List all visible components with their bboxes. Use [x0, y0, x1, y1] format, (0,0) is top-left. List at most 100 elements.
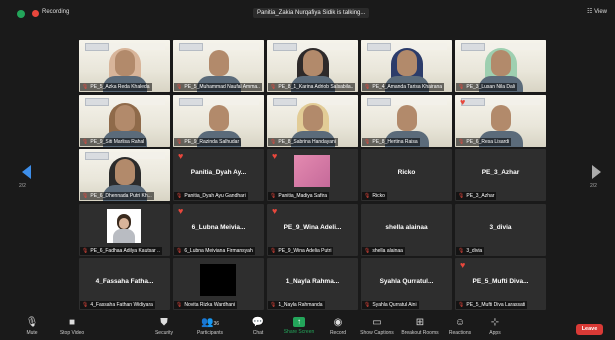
view-label[interactable]: View	[594, 9, 607, 15]
participant-display-name: Syahla Qurratul...	[379, 278, 434, 285]
background-banner	[391, 97, 447, 105]
participant-tile[interactable]: 1_Nayla Rahma... 🎙 1_Nayla Rahmanda	[267, 258, 358, 310]
participant-tile[interactable]: 3_divia 🎙 3_divia	[455, 203, 546, 256]
participant-face	[115, 159, 135, 185]
muted-microphone-icon: 🎙	[270, 302, 277, 308]
participant-name-label: 🎙 PE_5_Muhammad Naufal Amma..	[174, 83, 262, 91]
participant-tile[interactable]: 🎙 PE_3_Lusan Nila Dali	[455, 40, 546, 92]
background-slide	[85, 43, 109, 51]
microphone-icon: 🎙	[25, 317, 39, 328]
recording-icon	[32, 10, 39, 17]
security-button[interactable]: ⛊ Security	[144, 317, 184, 336]
muted-microphone-icon: 🎙	[270, 84, 277, 90]
muted-microphone-icon: 🎙	[458, 247, 465, 254]
participant-name-label: 🎙 PE_8_Sabrina Handayani	[268, 137, 338, 146]
participant-tile[interactable]: 6_Lubna Meivia... ♥ 🎙 6_Lubna Meiviana Firm…	[173, 203, 264, 256]
profile-picture	[294, 155, 330, 187]
share-screen-button[interactable]: ↑ Share Screen	[279, 317, 319, 335]
participant-name-label: 🎙 PE_3_Azhar	[456, 192, 497, 200]
chat-bubble-icon: 💬	[251, 317, 265, 328]
participant-tile[interactable]: 🎙 PE_8_Sabrina Handayani	[267, 94, 358, 147]
background-slide	[273, 97, 297, 106]
record-icon: ◉	[333, 317, 343, 328]
participant-tile[interactable]: PE_3_Azhar 🎙 PE_3_Azhar	[455, 149, 546, 201]
participant-face	[491, 50, 511, 76]
chat-button[interactable]: 💬 Chat	[238, 317, 278, 336]
participant-tile[interactable]: Syahla Qurratul... 🎙 Syahla Qurratul Aini	[361, 258, 452, 310]
background-slide	[179, 43, 203, 51]
participant-name-label: 🎙 PE_6_Dhennada Putri Kh...	[80, 192, 154, 200]
breakout-rooms-button[interactable]: ⊞ Breakout Rooms	[400, 317, 440, 336]
participant-display-name: 3_divia	[489, 223, 512, 231]
participant-name-label: 🎙 PE_5_Mufti Diva Larassati	[456, 301, 528, 309]
next-page-arrow-icon[interactable]	[592, 165, 601, 179]
participant-display-name: PE_5_Mufti Diva...	[472, 278, 529, 285]
background-banner	[203, 97, 259, 105]
video-camera-icon: ■	[68, 317, 76, 328]
record-button[interactable]: ◉ Record	[318, 317, 358, 336]
recording-label[interactable]: Recording	[42, 9, 69, 15]
leave-button[interactable]: Leave	[576, 324, 603, 335]
muted-microphone-icon: 🎙	[458, 138, 465, 145]
stop-video-button[interactable]: ■ Stop Video	[52, 317, 92, 336]
participant-tile[interactable]: 4_Fassaha Fatha... 🎙 4_Fassaha Fathan Widi…	[79, 258, 170, 310]
show-captions-button[interactable]: ▭ Show Captions	[357, 317, 397, 336]
muted-microphone-icon: 🎙	[270, 193, 277, 199]
muted-microphone-icon: 🎙	[458, 84, 465, 90]
participant-tile[interactable]: 🎙 PE_5_Azka Reda Khaleda	[79, 40, 170, 92]
participant-tile[interactable]: Panitia_Dyah Ay... ♥ 🎙 Panitia_Dyah Ayu Gan…	[173, 149, 264, 201]
muted-microphone-icon: 🎙	[270, 138, 277, 145]
muted-microphone-icon: 🎙	[364, 138, 371, 145]
participant-name-label: 🎙 PE_9_Wina Adelia Putri	[268, 246, 334, 255]
participant-tile[interactable]: 🎙 PE_9_Razinda Salhudar	[173, 94, 264, 147]
muted-microphone-icon: 🎙	[364, 193, 371, 199]
participant-tile[interactable]: 🎙 PE_6_Fadhaa Adilya Kautsar ..	[79, 203, 170, 256]
profile-picture	[107, 208, 141, 243]
participant-face	[397, 50, 417, 76]
participant-tile[interactable]: PE_5_Mufti Diva... ♥ 🎙 PE_5_Mufti Diva Lara…	[455, 258, 546, 310]
participant-face	[115, 50, 135, 76]
participant-tile[interactable]: 🎙 PE_8_1_Karina Adriob Salsabila..	[267, 40, 358, 92]
participant-tile[interactable]: PE_9_Wina Adeli... ♥ 🎙 PE_9_Wina Adelia Put…	[267, 203, 358, 256]
background-slide	[367, 97, 391, 106]
participant-tile[interactable]: 🎙 PE_8_Hertina Raisa	[361, 94, 452, 147]
participant-face	[491, 104, 511, 131]
participants-button[interactable]: 👥36 Participants	[190, 317, 230, 336]
participant-name-label: 🎙 3_divia	[456, 246, 485, 255]
share-screen-icon: ↑	[293, 317, 305, 327]
participant-name-label: 🎙 PE_8_Hertina Raisa	[362, 137, 420, 146]
participant-tile[interactable]: ♥ 🎙 PE_6_Resa Lisardi	[455, 94, 546, 147]
participant-name-label: 🎙 Panitia_Madiya Safira	[268, 192, 329, 200]
participant-display-name: 1_Nayla Rahma...	[285, 278, 340, 285]
participant-tile[interactable]: 🎙 PE_6_Dhennada Putri Kh...	[79, 149, 170, 201]
participant-display-name: shella alainaa	[385, 223, 428, 231]
mute-button[interactable]: 🎙 Mute	[12, 317, 52, 336]
participant-name-label: 🎙 PE_5_Azka Reda Khaleda	[80, 83, 152, 91]
apps-button[interactable]: ⊹ Apps	[475, 317, 515, 336]
participants-count: 36	[213, 321, 219, 327]
muted-microphone-icon: 🎙	[364, 302, 371, 308]
muted-microphone-icon: 🎙	[364, 247, 371, 254]
background-slide	[85, 152, 109, 160]
participant-tile[interactable]: ♥ 🎙 Panitia_Madiya Safira	[267, 149, 358, 201]
participant-display-name: PE_3_Azhar	[481, 169, 520, 176]
participant-tile[interactable]: 🎙 PE_5_Muhammad Naufal Amma..	[173, 40, 264, 92]
previous-page-arrow-icon[interactable]	[22, 165, 31, 179]
participant-display-name: Ricko	[397, 169, 416, 176]
participant-name-label: 🎙 Syahla Qurratul Aini	[362, 301, 419, 309]
participant-face	[209, 104, 229, 131]
reactions-button[interactable]: ☺ Reactions	[440, 317, 480, 336]
participant-tile[interactable]: Ricko 🎙 Ricko	[361, 149, 452, 201]
background-banner	[203, 43, 259, 50]
shield-icon[interactable]	[17, 10, 25, 18]
participant-tile[interactable]: 🎙 Novita Rizka Wardhani	[173, 258, 264, 310]
view-button[interactable]: ☷ View	[587, 8, 607, 15]
muted-microphone-icon: 🎙	[176, 84, 183, 90]
participant-tile[interactable]: shella alainaa 🎙 shella alainaa	[361, 203, 452, 256]
captions-icon: ▭	[372, 317, 382, 328]
muted-microphone-icon: 🎙	[364, 84, 371, 90]
background-slide	[85, 97, 109, 106]
heart-reaction-icon: ♥	[178, 205, 184, 216]
participant-tile[interactable]: 🎙 PE_4_Amanda Tarisa Khairana	[361, 40, 452, 92]
participant-tile[interactable]: 🎙 PE_9_Siti Marlisa Rahal	[79, 94, 170, 147]
